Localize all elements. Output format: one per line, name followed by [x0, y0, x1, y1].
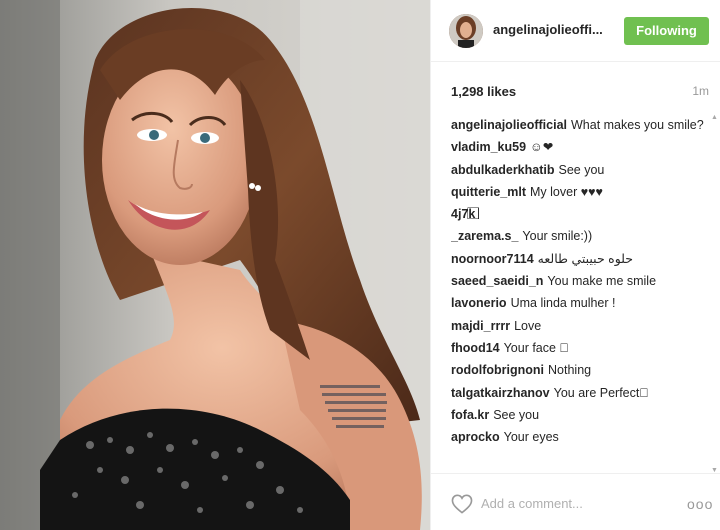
list-item: lavonerio Uma linda mulher !	[451, 295, 713, 312]
comment-text: ☺❤	[530, 140, 554, 155]
caption-username[interactable]: angelinajolieofficial	[451, 118, 567, 132]
list-item: _zarema.s_ Your smile:))	[451, 228, 713, 245]
list-item: majdi_rrrr Love	[451, 318, 713, 335]
list-item: talgatkairzhanov You are Perfect⃞	[451, 385, 713, 402]
scroll-up-icon[interactable]: ▲	[711, 114, 718, 121]
comment-username[interactable]: saeed_saeidi_n	[451, 274, 543, 288]
comment-username[interactable]: noornoor7114	[451, 252, 534, 266]
comment-text: See you	[558, 162, 605, 177]
comment-username[interactable]: majdi_rrrr	[451, 319, 510, 333]
caption-text: What makes you smile?	[571, 118, 704, 132]
post-details-panel: angelinajolieoffi... Following 1,298 lik…	[430, 0, 720, 530]
comment-text: حلوه حبيبتي طالعه	[537, 251, 634, 266]
comment-username[interactable]: lavonerio	[451, 296, 507, 310]
comment-username[interactable]: fofa.kr	[451, 408, 489, 422]
caption: angelinajolieofficial What makes you smil…	[451, 117, 713, 134]
list-item: quitterie_mlt My lover ♥♥♥	[451, 184, 713, 201]
comment-text: My lover ♥♥♥	[530, 184, 603, 199]
woman-portrait-image	[0, 0, 430, 530]
heart-outline-icon[interactable]	[451, 494, 473, 514]
list-item: noornoor7114 حلوه حبيبتي طالعه	[451, 251, 713, 268]
list-item: vladim_ku59 ☺❤	[451, 139, 713, 156]
comment-username[interactable]: abdulkaderkhatib	[451, 163, 555, 177]
list-item: rodolfobrignoni Nothing	[451, 362, 713, 379]
likes-count[interactable]: 1,298 likes	[451, 84, 516, 99]
comments-scrollbar[interactable]: ▲ ▼	[711, 114, 718, 474]
list-item: 4j7k⃞⃞⃞⃞⃞⃞	[451, 206, 713, 223]
post-timestamp[interactable]: 1m	[692, 84, 709, 98]
comment-text: Your smile:))	[522, 229, 593, 244]
comment-text: Your eyes	[503, 430, 559, 445]
comment-username[interactable]: 4j7k	[451, 207, 475, 221]
more-options-icon[interactable]: ooo	[687, 496, 712, 512]
comment-username[interactable]: rodolfobrignoni	[451, 363, 544, 377]
comment-text: Uma linda mulher !	[510, 296, 616, 311]
comments-list[interactable]: angelinajolieofficial What makes you smil…	[451, 117, 713, 469]
add-comment-input[interactable]: Add a comment...	[481, 494, 681, 514]
post-meta: 1,298 likes 1m	[451, 84, 709, 102]
comment-text: Love	[514, 318, 542, 333]
post-username[interactable]: angelinajolieoffi...	[493, 22, 623, 37]
post-photo[interactable]	[0, 0, 430, 530]
following-button[interactable]: Following	[624, 17, 709, 45]
post-footer: Add a comment... ooo	[431, 473, 720, 530]
comment-text: You are Perfect⃞	[553, 385, 649, 400]
comment-username[interactable]: aprocko	[451, 430, 500, 444]
comment-text: You make me smile	[547, 274, 657, 289]
comment-username[interactable]: vladim_ku59	[451, 140, 526, 154]
avatar[interactable]	[449, 14, 483, 48]
comment-text: See you	[493, 407, 540, 422]
post-header: angelinajolieoffi... Following	[431, 0, 720, 62]
list-item: fofa.kr See you	[451, 407, 713, 424]
list-item: abdulkaderkhatib See you	[451, 162, 713, 179]
comment-username[interactable]: quitterie_mlt	[451, 185, 526, 199]
list-item: saeed_saeidi_n You make me smile	[451, 273, 713, 290]
list-item: aprocko Your eyes	[451, 429, 713, 446]
comment-text: Nothing	[548, 363, 592, 378]
comment-text: Your face ⃞	[503, 340, 569, 355]
comment-username[interactable]: talgatkairzhanov	[451, 386, 550, 400]
list-item: fhood14 Your face ⃞	[451, 340, 713, 357]
comment-username[interactable]: fhood14	[451, 341, 500, 355]
comment-username[interactable]: _zarema.s_	[451, 229, 518, 243]
